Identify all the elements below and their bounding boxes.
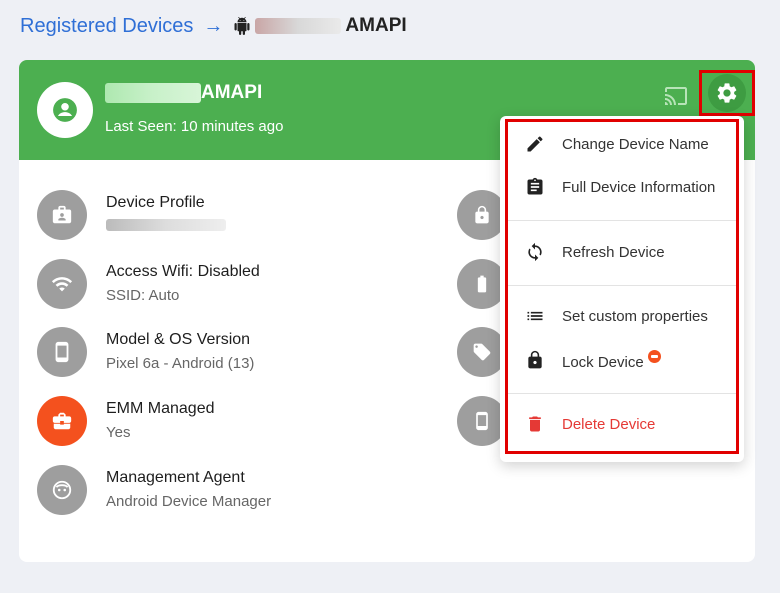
breadcrumb: Registered Devices → AMAPI [20, 12, 407, 40]
menu-divider [506, 393, 738, 394]
menu-label: Change Device Name [562, 135, 709, 153]
device-name: AMAPI [105, 82, 262, 104]
wifi-icon [37, 259, 87, 309]
premium-badge-icon [647, 349, 661, 363]
gear-icon [717, 83, 737, 103]
settings-button[interactable] [708, 74, 746, 112]
item-title: Access Wifi: Disabled [106, 263, 260, 280]
briefcase-icon [37, 396, 87, 446]
menu-item-custom-properties[interactable]: Set custom properties [500, 296, 744, 336]
item-subtitle: Pixel 6a - Android (13) [106, 355, 255, 372]
menu-item-refresh[interactable]: Refresh Device [500, 232, 744, 272]
redacted-text [255, 18, 342, 34]
agent-face-icon [37, 465, 87, 515]
list-item-wifi: Access Wifi: Disabled SSID: Auto [37, 259, 457, 311]
menu-item-delete[interactable]: Delete Device [500, 404, 744, 444]
menu-label: Delete Device [562, 415, 656, 433]
phone-icon [37, 327, 87, 377]
registered-devices-link[interactable]: Registered Devices [20, 15, 193, 38]
clipboard-icon [524, 176, 546, 198]
item-title: Management Agent [106, 469, 245, 486]
device-name-suffix: AMAPI [201, 82, 263, 103]
item-subtitle: Android Device Manager [106, 493, 272, 510]
item-title: EMM Managed [106, 400, 215, 417]
settings-highlight [699, 70, 755, 116]
menu-label-wrap: Lock Device [562, 349, 661, 371]
redacted-text [106, 219, 226, 231]
android-icon [234, 17, 250, 35]
list-item-emm: EMM Managed Yes [37, 396, 457, 448]
account-icon [37, 82, 93, 138]
menu-label: Lock Device [562, 353, 644, 371]
device-actions-menu: Change Device Name Full Device Informati… [500, 116, 744, 462]
refresh-icon [524, 241, 546, 263]
item-title: Device Profile [106, 194, 205, 211]
item-subtitle [106, 218, 226, 235]
menu-item-lock[interactable]: Lock Device [500, 340, 744, 380]
breadcrumb-device-name: AMAPI [345, 15, 407, 36]
pencil-icon [524, 133, 546, 155]
trash-icon [524, 413, 546, 435]
menu-label: Refresh Device [562, 243, 665, 261]
list-item-device-profile: Device Profile [37, 190, 457, 242]
menu-divider [506, 220, 738, 221]
briefcase-account-icon [37, 190, 87, 240]
item-subtitle: Yes [106, 424, 131, 441]
menu-divider [506, 285, 738, 286]
item-title: Model & OS Version [106, 331, 251, 348]
last-seen: Last Seen: 10 minutes ago [105, 118, 284, 135]
menu-item-full-info[interactable]: Full Device Information [500, 167, 744, 207]
breadcrumb-device: AMAPI [233, 15, 407, 37]
menu-label: Set custom properties [562, 307, 708, 325]
menu-item-change-name[interactable]: Change Device Name [500, 124, 744, 164]
list-item-model-os: Model & OS Version Pixel 6a - Android (1… [37, 327, 457, 379]
menu-label: Full Device Information [562, 178, 716, 196]
item-subtitle: SSID: Auto [106, 287, 180, 304]
list-icon [524, 305, 546, 327]
arrow-right-icon: → [203, 14, 224, 37]
lock-icon [524, 349, 546, 371]
cast-icon[interactable] [662, 84, 690, 108]
redacted-text [105, 83, 201, 103]
list-item-management-agent: Management Agent Android Device Manager [37, 465, 457, 517]
